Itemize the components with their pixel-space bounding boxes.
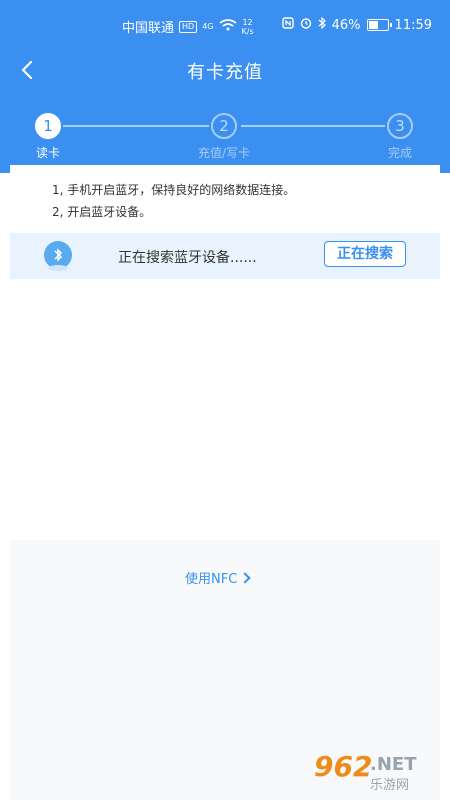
watermark-site: 乐游网 (370, 778, 410, 793)
step-1-indicator: 1 (35, 113, 61, 139)
network-speed: 12 K/s (242, 18, 254, 36)
watermark-logo: 962 .NET 乐游网 (314, 750, 442, 793)
app-header: 中国联通 HD 4G 12 K/s 46% 11:59 有卡充值 1 2 3 读… (0, 0, 450, 173)
alarm-icon (300, 17, 312, 33)
battery-percent: 46% (331, 17, 361, 33)
status-left: 中国联通 HD 4G 12 K/s (122, 17, 254, 37)
instructions-panel: 1, 手机开启蓝牙，保持良好的网络数据连接。 2, 开启蓝牙设备。 (10, 165, 440, 233)
step-progress: 1 2 3 读卡 充值/写卡 完成 (0, 110, 450, 170)
watermark-number: 962 (314, 750, 373, 783)
use-nfc-label: 使用NFC (185, 572, 238, 587)
hd-badge: HD (179, 20, 198, 33)
bluetooth-status-icon (318, 16, 326, 33)
speed-unit: K/s (241, 26, 254, 36)
search-status-text: 正在搜索蓝牙设备...... (118, 250, 257, 266)
step-connector-2 (241, 125, 385, 127)
instruction-1: 1, 手机开启蓝牙，保持良好的网络数据连接。 (52, 183, 296, 197)
step-3-label: 完成 (387, 146, 412, 160)
nfc-status-icon (281, 17, 294, 33)
instruction-2: 2, 开启蓝牙设备。 (52, 205, 152, 219)
searching-button[interactable]: 正在搜索 (324, 241, 406, 267)
step-2-label: 充值/写卡 (197, 146, 251, 160)
step-2-indicator: 2 (211, 113, 237, 139)
title-bar: 有卡充值 (0, 52, 450, 88)
bluetooth-device-icon (44, 241, 72, 271)
watermark-suffix: .NET (370, 754, 417, 775)
step-1-label: 读卡 (35, 146, 60, 160)
wifi-icon (219, 18, 237, 35)
carrier-name: 中国联通 (122, 21, 175, 36)
chevron-right-icon (239, 571, 251, 584)
page-title: 有卡充值 (187, 62, 263, 83)
network-type: 4G (202, 22, 214, 31)
step-3-indicator: 3 (387, 113, 413, 139)
clock: 11:59 (394, 17, 432, 33)
use-nfc-link[interactable]: 使用NFC (185, 568, 251, 587)
step-connector-1 (63, 125, 209, 127)
status-right: 46% 11:59 (281, 16, 432, 33)
bluetooth-search-bar: 正在搜索蓝牙设备...... 正在搜索 (10, 233, 440, 279)
status-bar: 中国联通 HD 4G 12 K/s 46% 11:59 (0, 0, 450, 52)
speed-value: 12 (242, 17, 253, 27)
battery-icon (366, 19, 392, 31)
